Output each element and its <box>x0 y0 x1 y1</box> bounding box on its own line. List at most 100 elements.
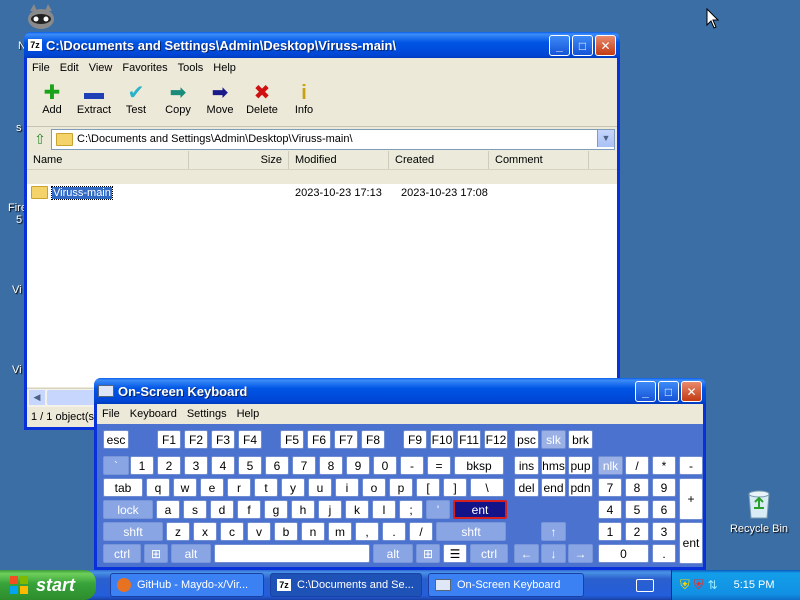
key-numpad-enter[interactable]: ent <box>679 522 703 564</box>
key-ctrl[interactable]: ctrl <box>103 544 141 563</box>
key-k42[interactable]: * <box>652 456 676 475</box>
extract-button[interactable]: ▬ Extract <box>73 78 115 116</box>
key-pdn[interactable]: pdn <box>568 478 593 497</box>
desktop-icon-raccoon[interactable] <box>24 2 58 32</box>
key-k47[interactable]: / <box>625 456 649 475</box>
key-k8862[interactable]: ⊞ <box>144 544 168 563</box>
key-t[interactable]: t <box>254 478 278 497</box>
key-2[interactable]: 2 <box>625 522 649 541</box>
key-c[interactable]: c <box>220 522 244 541</box>
key-i[interactable]: i <box>335 478 359 497</box>
info-button[interactable]: i Info <box>283 78 325 116</box>
key-k61[interactable]: = <box>427 456 451 475</box>
osk-titlebar[interactable]: On-Screen Keyboard _ □ ✕ <box>94 378 706 404</box>
key-5[interactable]: 5 <box>238 456 262 475</box>
key-pup[interactable]: pup <box>568 456 593 475</box>
scroll-left-icon[interactable]: ◀ <box>29 390 45 405</box>
key-f12[interactable]: F12 <box>484 430 508 449</box>
security-shield-icon[interactable]: ⛨ <box>680 577 690 593</box>
key-f7[interactable]: F7 <box>334 430 358 449</box>
key-g[interactable]: g <box>264 500 288 519</box>
key-f[interactable]: f <box>237 500 261 519</box>
key-f5[interactable]: F5 <box>280 430 304 449</box>
test-button[interactable]: ✔ Test <box>115 78 157 116</box>
osk-maximize-button[interactable]: □ <box>658 381 679 402</box>
menu-file[interactable]: File <box>27 62 55 74</box>
copy-button[interactable]: ➡ Copy <box>157 78 199 116</box>
key-k8594[interactable]: → <box>568 544 593 563</box>
key-k8592[interactable]: ← <box>514 544 539 563</box>
key-1[interactable]: 1 <box>130 456 154 475</box>
key-k59[interactable]: ; <box>399 500 423 519</box>
sevenzip-titlebar[interactable]: 7z C:\Documents and Settings\Admin\Deskt… <box>24 32 620 58</box>
key-del[interactable]: del <box>514 478 539 497</box>
menu-edit[interactable]: Edit <box>55 62 84 74</box>
key-f10[interactable]: F10 <box>430 430 454 449</box>
key-k9776[interactable]: ☰ <box>443 544 467 563</box>
key-d[interactable]: d <box>210 500 234 519</box>
key-e[interactable]: e <box>200 478 224 497</box>
key-p[interactable]: p <box>389 478 413 497</box>
key-f2[interactable]: F2 <box>184 430 208 449</box>
key-hms[interactable]: hms <box>541 456 566 475</box>
key-ent[interactable]: ent <box>453 500 507 519</box>
key-m[interactable]: m <box>328 522 352 541</box>
key-w[interactable]: w <box>173 478 197 497</box>
key-f4[interactable]: F4 <box>238 430 262 449</box>
column-name[interactable]: Name <box>27 151 189 169</box>
key-f8[interactable]: F8 <box>361 430 385 449</box>
menu-favorites[interactable]: Favorites <box>117 62 172 74</box>
start-button[interactable]: start <box>0 570 96 600</box>
key-k46[interactable]: . <box>652 544 676 563</box>
key-numpad-plus[interactable]: + <box>679 478 703 520</box>
key-a[interactable]: a <box>156 500 180 519</box>
key-0[interactable]: 0 <box>373 456 397 475</box>
key-k93[interactable]: ] <box>443 478 467 497</box>
key-f6[interactable]: F6 <box>307 430 331 449</box>
key-k8862[interactable]: ⊞ <box>416 544 440 563</box>
osk-close-button[interactable]: ✕ <box>681 381 702 402</box>
chevron-down-icon[interactable]: ▼ <box>597 129 614 147</box>
task-browser[interactable]: GitHub - Maydo-x/Vir... <box>110 573 264 597</box>
key-slk[interactable]: slk <box>541 430 566 449</box>
add-button[interactable]: ✚ Add <box>31 78 73 116</box>
close-button[interactable]: ✕ <box>595 35 616 56</box>
key-9[interactable]: 9 <box>346 456 370 475</box>
column-modified[interactable]: Modified <box>289 151 389 169</box>
key-s[interactable]: s <box>183 500 207 519</box>
key-shft[interactable]: shft <box>103 522 163 541</box>
move-button[interactable]: ➡ Move <box>199 78 241 116</box>
key-2[interactable]: 2 <box>157 456 181 475</box>
key-7[interactable]: 7 <box>598 478 622 497</box>
column-size[interactable]: Size <box>189 151 289 169</box>
key-k45[interactable]: - <box>679 456 703 475</box>
key-psc[interactable]: psc <box>514 430 539 449</box>
key-alt[interactable]: alt <box>171 544 211 563</box>
maximize-button[interactable]: □ <box>572 35 593 56</box>
minimize-button[interactable]: _ <box>549 35 570 56</box>
key-k96[interactable]: ` <box>103 456 129 475</box>
key-6[interactable]: 6 <box>652 500 676 519</box>
key-k8593[interactable]: ↑ <box>541 522 566 541</box>
key-o[interactable]: o <box>362 478 386 497</box>
key-q[interactable]: q <box>146 478 170 497</box>
menu-view[interactable]: View <box>84 62 118 74</box>
key-ins[interactable]: ins <box>514 456 539 475</box>
key-7[interactable]: 7 <box>292 456 316 475</box>
key-v[interactable]: v <box>247 522 271 541</box>
key-4[interactable]: 4 <box>211 456 235 475</box>
key-z[interactable]: z <box>166 522 190 541</box>
key-k47[interactable]: / <box>409 522 433 541</box>
file-list[interactable]: Viruss-main 2023-10-23 17:13 2023-10-23 … <box>27 184 617 387</box>
osk-menu-help[interactable]: Help <box>232 408 265 420</box>
key-f3[interactable]: F3 <box>211 430 235 449</box>
key-k44[interactable]: , <box>355 522 379 541</box>
task-sevenzip[interactable]: 7z C:\Documents and Se... <box>270 573 422 597</box>
key-lock[interactable]: lock <box>103 500 153 519</box>
key-shft[interactable]: shft <box>436 522 506 541</box>
key-ctrl[interactable]: ctrl <box>470 544 508 563</box>
desktop-icon-recycle-bin[interactable]: Recycle Bin <box>728 486 790 535</box>
key-4[interactable]: 4 <box>598 500 622 519</box>
key-f11[interactable]: F11 <box>457 430 481 449</box>
key-1[interactable]: 1 <box>598 522 622 541</box>
